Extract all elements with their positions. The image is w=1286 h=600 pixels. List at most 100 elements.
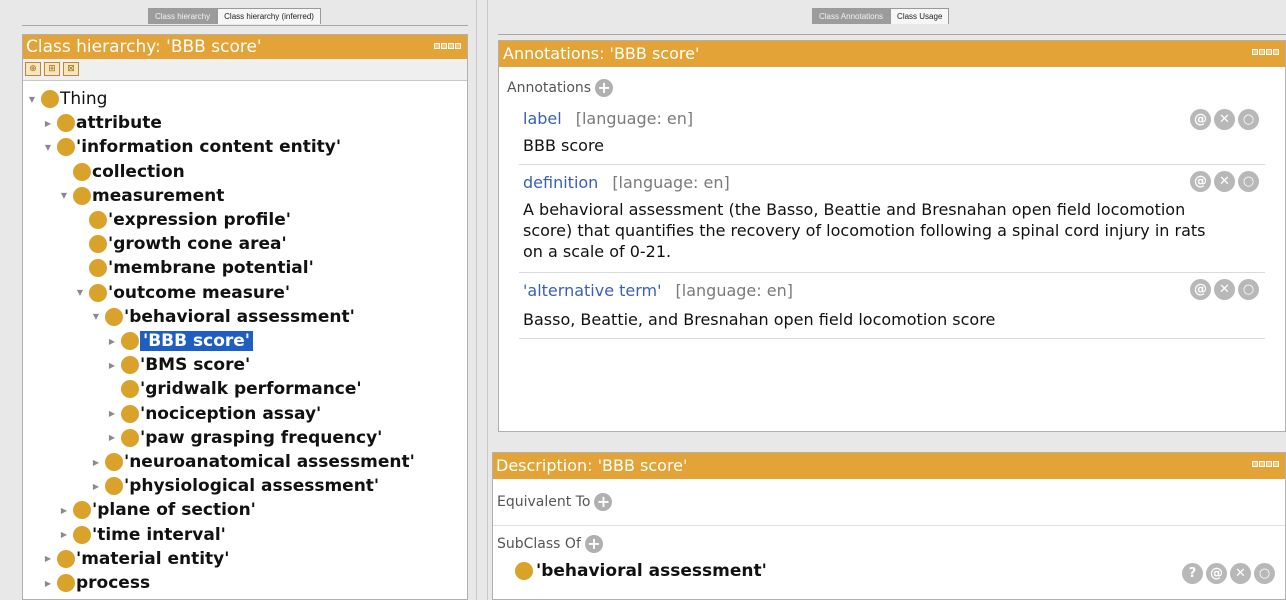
tree-node[interactable]: ▶ 'nociception assay' (107, 402, 321, 426)
tree-node[interactable]: ▼ 'behavioral assessment' (91, 305, 355, 329)
tree-node[interactable]: ▶ 'physiological assessment' (91, 474, 379, 498)
tree-node[interactable]: ▼ Thing (27, 87, 108, 111)
tree-node[interactable]: ▼ measurement (59, 184, 224, 208)
tree-node-label: 'behavioral assessment' (124, 306, 355, 327)
tree-node[interactable]: 'growth cone area' (75, 232, 287, 256)
delete-icon[interactable]: ✕ (1230, 563, 1251, 584)
delete-icon[interactable]: ✕ (1214, 109, 1235, 130)
add-sibling-icon[interactable]: ⊞ (44, 62, 60, 76)
panel-splitter[interactable] (476, 0, 488, 600)
expand-arrow-icon[interactable]: ▶ (107, 433, 117, 442)
edit-icon[interactable]: ○ (1238, 279, 1259, 300)
collapse-arrow-icon[interactable]: ▼ (43, 143, 53, 152)
expand-arrow-icon[interactable]: ▶ (59, 506, 69, 515)
left-tab-bar: Class hierarchy Class hierarchy (inferre… (148, 8, 321, 26)
tree-node[interactable]: 'gridwalk performance' (107, 377, 362, 401)
edit-icon[interactable]: ○ (1238, 109, 1259, 130)
description-title: Description: 'BBB score' (496, 456, 688, 475)
annotation-property[interactable]: 'alternative term' (523, 281, 662, 300)
class-icon (57, 114, 75, 133)
tab-class-usage[interactable]: Class Usage (890, 8, 950, 24)
tree-node[interactable]: ▼ 'outcome measure' (75, 281, 290, 305)
tree-node[interactable]: 'membrane potential' (75, 256, 314, 280)
description-divider (493, 525, 1285, 526)
add-superclass-icon[interactable]: + (584, 535, 603, 553)
annotate-icon[interactable]: @ (1190, 171, 1211, 192)
collapse-arrow-icon[interactable]: ▼ (27, 95, 37, 104)
tree-node[interactable]: ▶ attribute (43, 111, 162, 135)
subclass-of-label: SubClass Of (497, 536, 581, 552)
class-icon (89, 211, 107, 229)
tab-class-hierarchy-inferred[interactable]: Class hierarchy (inferred) (217, 8, 321, 24)
edit-icon[interactable]: ○ (1254, 563, 1275, 584)
expand-arrow-icon[interactable]: ▶ (107, 337, 117, 346)
expand-arrow-icon[interactable]: ▶ (91, 482, 101, 491)
delete-class-icon[interactable]: ⊠ (63, 62, 79, 76)
delete-icon[interactable]: ✕ (1214, 171, 1235, 192)
annotate-icon[interactable]: @ (1206, 563, 1227, 584)
tree-node[interactable]: ▶ 'neuroanatomical assessment' (91, 450, 415, 474)
annotate-icon[interactable]: @ (1190, 109, 1211, 130)
expand-arrow-icon[interactable]: ▶ (43, 579, 53, 588)
annotation-property[interactable]: label (523, 109, 562, 128)
expand-arrow-icon[interactable]: ▶ (107, 361, 117, 370)
tree-node[interactable]: ▶ process (43, 571, 150, 595)
tab-class-hierarchy[interactable]: Class hierarchy (148, 8, 218, 24)
tab-divider (22, 25, 468, 26)
collapse-arrow-icon[interactable]: ▼ (91, 312, 101, 321)
collapse-arrow-icon[interactable]: ▼ (75, 288, 85, 297)
annotation-language: [language: en] (575, 109, 694, 128)
annotation-value: A behavioral assessment (the Basso, Beat… (523, 200, 1206, 261)
class-hierarchy-panel: Class hierarchy Class hierarchy (inferre… (0, 0, 476, 600)
class-icon (515, 562, 533, 580)
expand-arrow-icon[interactable]: ▶ (43, 554, 53, 563)
annotation-language: [language: en] (675, 281, 793, 300)
add-subclass-icon[interactable]: ⊕ (25, 62, 41, 76)
class-icon (41, 90, 59, 108)
class-icon (89, 235, 107, 254)
tree-node[interactable]: ▶ 'material entity' (43, 547, 230, 571)
annotations-view-controls[interactable] (1252, 49, 1279, 55)
class-detail-panel: Class Annotations Class Usage Annotation… (488, 0, 1286, 600)
description-header: Description: 'BBB score' (493, 453, 1285, 479)
tree-node-label: 'expression profile' (108, 210, 291, 230)
annotation-head: definition [language: en] (523, 173, 730, 192)
description-view-controls[interactable] (1252, 461, 1279, 467)
delete-icon[interactable]: ✕ (1214, 279, 1235, 300)
expand-arrow-icon[interactable]: ▶ (59, 530, 69, 539)
add-equivalent-icon[interactable]: + (594, 493, 613, 511)
tree-node[interactable]: ▶ 'BMS score' (107, 353, 250, 377)
tree-node-label: 'nociception assay' (140, 403, 322, 424)
explain-icon[interactable]: ? (1182, 563, 1203, 584)
tree-node[interactable]: ▼ 'information content entity' (43, 135, 341, 159)
annotations-title: Annotations: 'BBB score' (503, 44, 700, 63)
annotation-property[interactable]: definition (523, 173, 598, 192)
annotation-language: [language: en] (612, 173, 730, 192)
tree-node-label: 'neuroanatomical assessment' (124, 452, 415, 472)
add-annotation-icon[interactable]: + (595, 79, 614, 97)
tree-node[interactable]: ▶ 'BBB score' (107, 329, 253, 353)
class-icon (73, 186, 91, 205)
class-hierarchy-view: Class hierarchy: 'BBB score' ⊕ ⊞ ⊠ ▼ Thin… (22, 34, 468, 600)
tree-node[interactable]: 'expression profile' (75, 208, 291, 232)
edit-icon[interactable]: ○ (1238, 171, 1259, 192)
class-icon (105, 477, 123, 496)
tree-node[interactable]: ▶ 'time interval' (59, 523, 226, 547)
superclass-row[interactable]: 'behavioral assessment' (515, 561, 767, 581)
tree-node[interactable]: collection (59, 160, 185, 184)
class-icon (121, 332, 139, 350)
tree-node[interactable]: ▶ 'plane of section' (59, 498, 256, 522)
tab-class-annotations[interactable]: Class Annotations (812, 8, 891, 24)
view-controls[interactable] (434, 43, 461, 49)
annotation-head: label [language: en] (523, 109, 693, 128)
tree-node[interactable]: ▶ 'paw grasping frequency' (107, 426, 382, 450)
annotate-icon[interactable]: @ (1190, 279, 1211, 300)
expand-arrow-icon[interactable]: ▶ (107, 409, 117, 418)
collapse-arrow-icon[interactable]: ▼ (59, 191, 69, 200)
expand-arrow-icon[interactable]: ▶ (43, 119, 53, 128)
annotation-row-definition: definition [language: en] A behavioral as… (519, 169, 1265, 273)
class-icon (73, 525, 91, 544)
annotation-head: 'alternative term' [language: en] (523, 281, 793, 300)
expand-arrow-icon[interactable]: ▶ (91, 458, 101, 467)
annotations-header: Annotations: 'BBB score' (499, 41, 1285, 67)
